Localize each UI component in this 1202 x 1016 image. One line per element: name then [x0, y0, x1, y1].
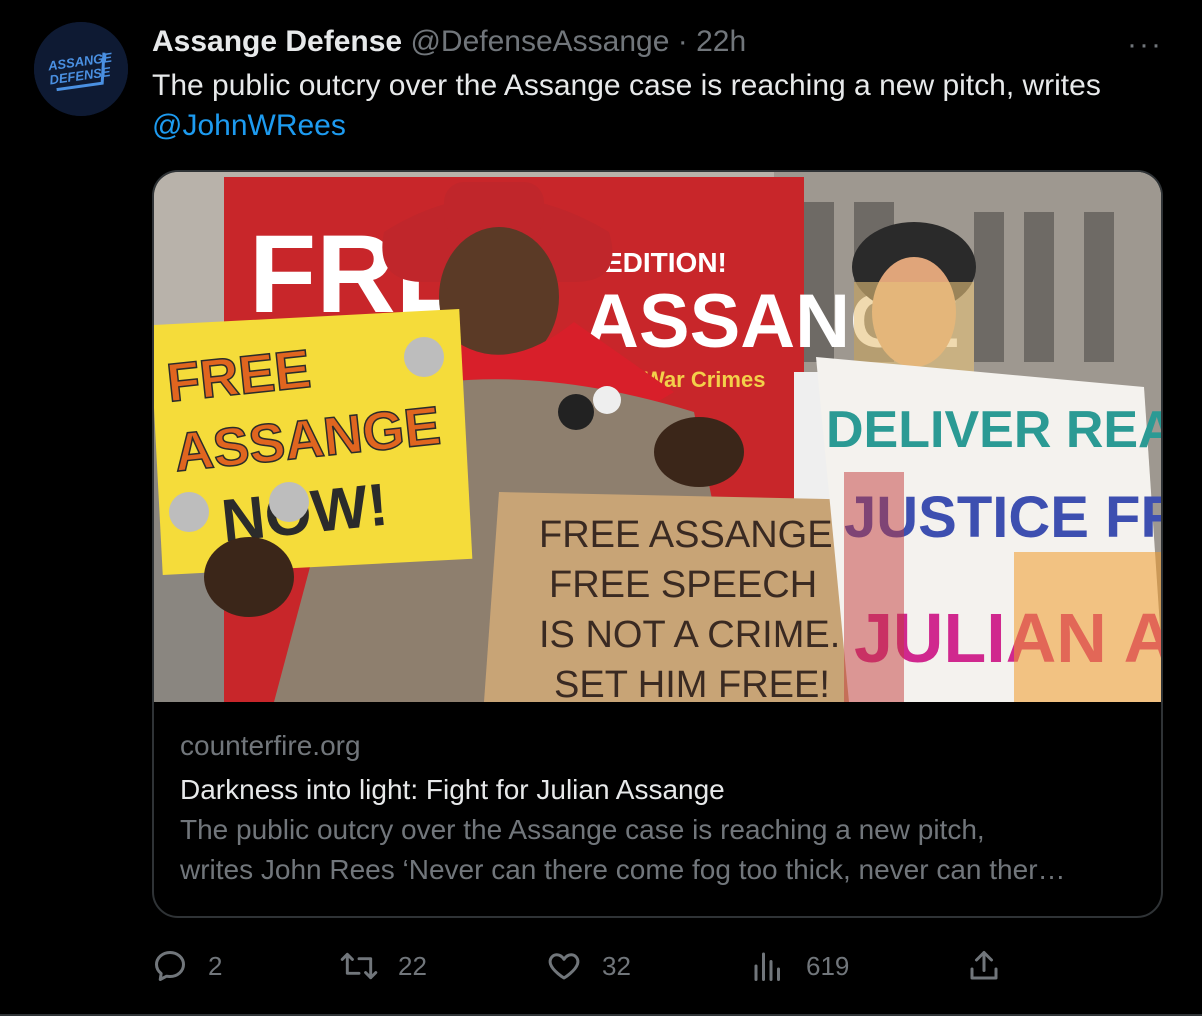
svg-text:IS NOT A CRIME.: IS NOT A CRIME.: [539, 614, 840, 656]
svg-text:FREE ASSANGE: FREE ASSANGE: [539, 514, 833, 556]
reply-icon: [155, 951, 185, 981]
views-button[interactable]: 619: [750, 944, 849, 988]
retweet-button[interactable]: 22: [340, 944, 427, 988]
link-card[interactable]: FREE EDITION! ASSANGE War Crimes FREE AS…: [152, 170, 1163, 918]
retweet-icon: [340, 952, 378, 980]
tweet-time[interactable]: 22h: [696, 25, 746, 58]
more-options-button[interactable]: ···: [1127, 28, 1163, 62]
reply-count: 2: [208, 950, 223, 981]
mention-link[interactable]: @JohnWRees: [152, 106, 1162, 146]
views-count: 619: [806, 950, 850, 981]
tweet-body: The public outcry over the Assange case …: [152, 69, 1101, 102]
share-icon: [970, 951, 998, 980]
reply-button[interactable]: 2: [152, 944, 222, 988]
svg-text:DELIVER REAL: DELIVER REAL: [826, 401, 1163, 459]
time-separator: ·: [677, 25, 688, 58]
retweet-count: 22: [398, 950, 427, 981]
share-button[interactable]: [966, 944, 1022, 988]
card-description-line-2: writes John Rees ‘Never can there come f…: [180, 854, 1066, 885]
card-domain: counterfire.org: [180, 730, 361, 761]
tweet-text: The public outcry over the Assange case …: [152, 66, 1162, 146]
card-info: counterfire.org Darkness into light: Fig…: [180, 728, 1140, 890]
svg-text:FREE SPEECH: FREE SPEECH: [549, 564, 817, 606]
tweet-header: Assange Defense @DefenseAssange · 22h: [152, 24, 746, 60]
card-title: Darkness into light: Fight for Julian As…: [180, 774, 725, 805]
views-icon: [754, 952, 780, 981]
assange-defense-logo: ASSANGE DEFENSE: [34, 22, 128, 116]
svg-text:EDITION!: EDITION!: [604, 247, 727, 278]
tweet-actions: 2 22 32 619: [152, 944, 1052, 988]
author-name[interactable]: Assange Defense: [152, 25, 402, 58]
card-description-line-1: The public outcry over the Assange case …: [180, 814, 985, 845]
svg-text:SET HIM FREE!: SET HIM FREE!: [554, 664, 830, 702]
like-button[interactable]: 32: [546, 944, 631, 988]
author-handle[interactable]: @DefenseAssange: [410, 25, 669, 58]
heart-icon: [548, 953, 580, 980]
like-count: 32: [602, 950, 631, 981]
tweet[interactable]: ASSANGE DEFENSE Assange Defense @Defense…: [0, 0, 1202, 1016]
avatar[interactable]: ASSANGE DEFENSE: [34, 22, 128, 116]
card-image[interactable]: FREE EDITION! ASSANGE War Crimes FREE AS…: [154, 172, 1163, 702]
